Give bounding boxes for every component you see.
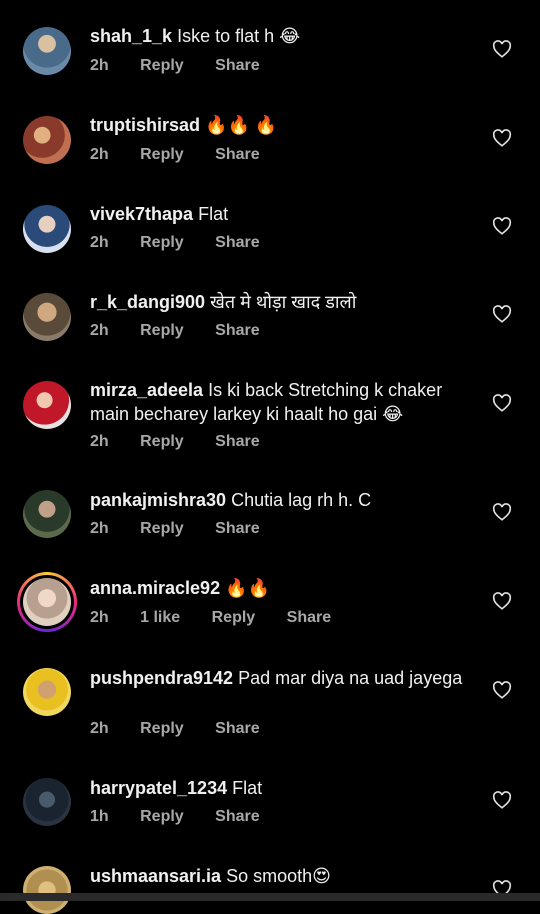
heart-outline-icon[interactable] (492, 305, 512, 323)
comment-text: Flat (232, 778, 263, 798)
avatar[interactable] (23, 205, 71, 253)
reply-button[interactable]: Reply (140, 808, 184, 826)
heart-outline-icon[interactable] (492, 503, 512, 521)
comment-text-block: harrypatel_1234 Flat (90, 776, 470, 800)
comment-text-block: r_k_dangi900 खेत मे थोड़ा खाद डालो (90, 290, 470, 314)
avatar-story-ring[interactable] (17, 572, 77, 632)
comment-like-count[interactable]: 1 like (140, 609, 180, 627)
comment-text-block: shah_1_k Iske to flat h 😂 (90, 24, 470, 48)
heart-outline-icon[interactable] (492, 681, 512, 699)
reply-button[interactable]: Reply (140, 720, 184, 738)
comment-time: 2h (90, 57, 109, 74)
comment-username[interactable]: ushmaansari.ia (90, 866, 221, 886)
heart-outline-icon[interactable] (492, 217, 512, 235)
comment-username[interactable]: pankajmishra30 (90, 490, 226, 510)
comment-time: 2h (90, 720, 109, 737)
reply-button[interactable]: Reply (140, 234, 184, 252)
share-button[interactable]: Share (215, 433, 259, 451)
heart-outline-icon[interactable] (492, 40, 512, 58)
comment-time: 2h (90, 234, 109, 251)
comment-time: 2h (90, 609, 109, 626)
comment-text-block: ushmaansari.ia So smooth😍 (90, 864, 470, 888)
comment-text-block: anna.miracle92 🔥🔥 (90, 576, 470, 600)
comment-username[interactable]: mirza_adeela (90, 380, 203, 400)
comment-text-block: vivek7thapa Flat (90, 202, 470, 226)
share-button[interactable]: Share (215, 234, 259, 252)
reply-button[interactable]: Reply (140, 146, 184, 164)
comment-username[interactable]: anna.miracle92 (90, 578, 220, 598)
comment-meta: 2h Reply Share (90, 433, 287, 451)
reply-button[interactable]: Reply (140, 520, 184, 538)
avatar[interactable] (23, 866, 71, 914)
avatar[interactable] (23, 668, 71, 716)
comment-text: Iske to flat h 😂 (177, 26, 301, 46)
reply-button[interactable]: Reply (140, 433, 184, 451)
share-button[interactable]: Share (215, 808, 259, 826)
comment-text: 🔥🔥 🔥 (205, 115, 278, 135)
share-button[interactable]: Share (215, 520, 259, 538)
comment-username[interactable]: r_k_dangi900 (90, 292, 205, 312)
comment-text-block: pushpendra9142 Pad mar diya na uad jayeg… (90, 666, 470, 690)
comment-time: 2h (90, 322, 109, 339)
heart-outline-icon[interactable] (492, 592, 512, 610)
heart-outline-icon[interactable] (492, 129, 512, 147)
avatar[interactable] (23, 293, 71, 341)
comment-meta: 2h Reply Share (90, 322, 287, 340)
comment-username[interactable]: vivek7thapa (90, 204, 193, 224)
heart-outline-icon[interactable] (492, 791, 512, 809)
bottom-bar (0, 893, 540, 901)
comment-username[interactable]: harrypatel_1234 (90, 778, 227, 798)
comment-time: 2h (90, 433, 109, 450)
comment-username[interactable]: shah_1_k (90, 26, 172, 46)
comment-text-block: truptishirsad 🔥🔥 🔥 (90, 113, 470, 137)
share-button[interactable]: Share (287, 609, 331, 627)
comment-username[interactable]: pushpendra9142 (90, 668, 233, 688)
comment-text: 🔥🔥 (225, 578, 270, 598)
comment-meta: 2h Reply Share (90, 720, 287, 738)
avatar[interactable] (23, 778, 71, 826)
comment-meta: 2h Reply Share (90, 146, 287, 164)
share-button[interactable]: Share (215, 322, 259, 340)
comment-text-block: pankajmishra30 Chutia lag rh h. C (90, 488, 470, 512)
avatar[interactable] (23, 116, 71, 164)
comment-username[interactable]: truptishirsad (90, 115, 200, 135)
comment-meta: 2h Reply Share (90, 234, 287, 252)
heart-outline-icon[interactable] (492, 394, 512, 412)
reply-button[interactable]: Reply (140, 322, 184, 340)
share-button[interactable]: Share (215, 146, 259, 164)
comment-meta: 2h 1 like Reply Share (90, 609, 358, 627)
comment-text: So smooth😍 (226, 866, 331, 886)
comment-time: 2h (90, 520, 109, 537)
comment-meta: 1h Reply Share (90, 808, 287, 826)
comment-meta: 2h Reply Share (90, 57, 287, 75)
comment-text: खेत मे थोड़ा खाद डालो (210, 292, 357, 312)
avatar (23, 578, 71, 626)
comment-text-block: mirza_adeela Is ki back Stretching k cha… (90, 378, 470, 426)
comment-time: 1h (90, 808, 109, 825)
comment-text: Flat (198, 204, 229, 224)
comment-meta: 2h Reply Share (90, 520, 287, 538)
avatar[interactable] (23, 490, 71, 538)
reply-button[interactable]: Reply (212, 609, 256, 627)
comment-text: Chutia lag rh h. C (231, 490, 372, 510)
comment-time: 2h (90, 146, 109, 163)
avatar[interactable] (23, 381, 71, 429)
avatar[interactable] (23, 27, 71, 75)
reply-button[interactable]: Reply (140, 57, 184, 75)
share-button[interactable]: Share (215, 720, 259, 738)
share-button[interactable]: Share (215, 57, 259, 75)
comment-text: Pad mar diya na uad jayega (238, 668, 463, 688)
